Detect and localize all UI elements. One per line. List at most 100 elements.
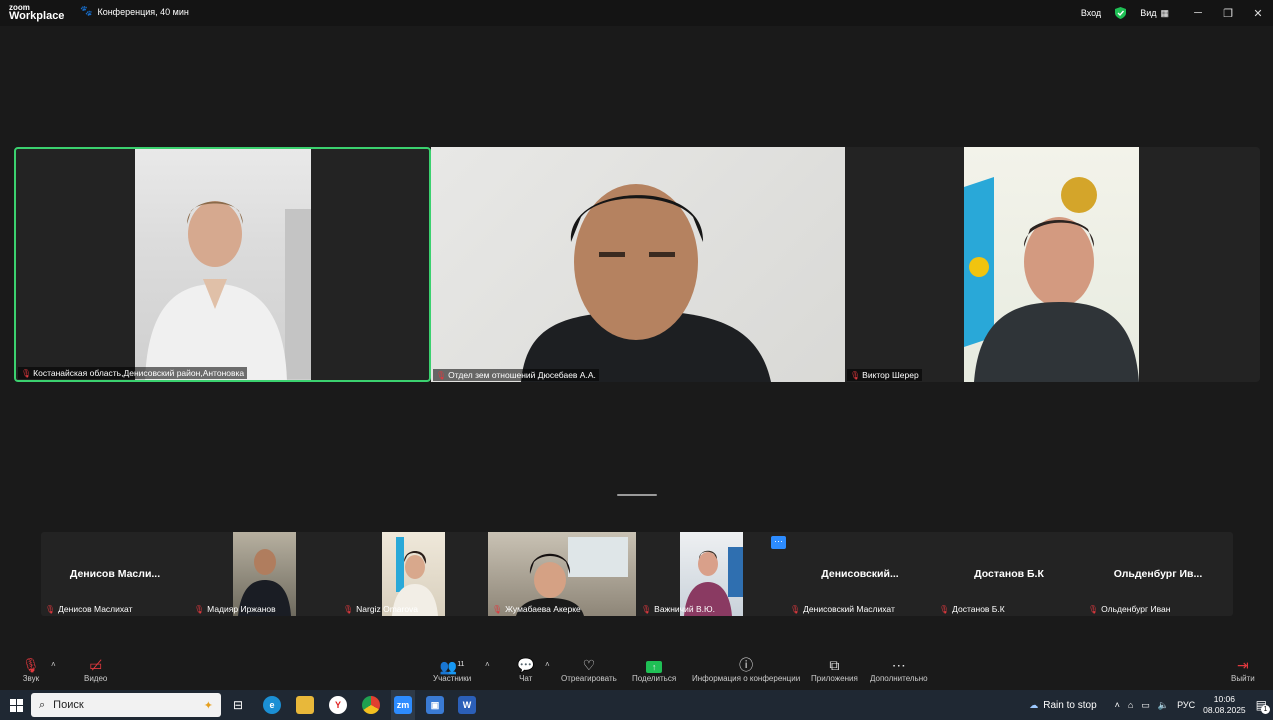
task-view-button[interactable]: ⊟ xyxy=(228,690,248,720)
share-button[interactable]: ↑ Поделиться xyxy=(632,656,676,683)
language-indicator[interactable]: РУС xyxy=(1177,700,1195,710)
participants-button[interactable]: 👥11 Участники xyxy=(433,656,471,683)
chrome-app[interactable] xyxy=(361,690,381,720)
meeting-toolbar: 🎙 Звук ˄ ▭̸ Видео 👥11 Участники ˄ 💬 Чат … xyxy=(0,654,1273,690)
chrome-icon xyxy=(362,696,380,714)
mic-muted-icon: 🎙 xyxy=(436,370,447,380)
tile-name: Денисов Маслихат xyxy=(58,604,133,614)
folder-icon xyxy=(296,696,314,714)
strip-tile-1[interactable]: Денисов Масли... 🎙 Денисов Маслихат xyxy=(41,532,189,616)
conference-label: Конференция, 40 мин xyxy=(97,6,189,17)
tile-name: Мадияр Иржанов xyxy=(207,604,276,614)
display-icon[interactable]: ▭ xyxy=(1141,700,1150,711)
windows-taskbar: ⌕ Поиск ✦ ⊟ e Y zm ▣ W ☁ Rain to stop ˄ … xyxy=(0,690,1273,720)
close-button[interactable]: ✕ xyxy=(1243,7,1273,20)
tile-namebar: 🎙 Жумабаева Акерке xyxy=(492,604,581,614)
taskbar-search[interactable]: ⌕ Поиск ✦ xyxy=(31,693,221,717)
video-tile-2[interactable]: 🎙 Отдел зем отношений Дюсебаев А.А. xyxy=(431,147,845,382)
participants-icon: 👥11 xyxy=(439,658,465,675)
chat-label: Чат xyxy=(519,674,533,683)
strip-tile-2[interactable]: 🎙 Мадияр Иржанов xyxy=(190,532,338,616)
network-icon[interactable]: ⌂ xyxy=(1128,700,1133,710)
video-tile-1[interactable]: 🎙 Костанайская область,Денисовский район… xyxy=(14,147,431,382)
restore-button[interactable]: ❐ xyxy=(1213,7,1243,20)
participant-name: Виктор Шерер xyxy=(862,370,919,380)
strip-tile-4[interactable]: 🎙 Жумабаева Акерке xyxy=(488,532,636,616)
security-shield[interactable] xyxy=(1115,7,1127,19)
tile-namebar: 🎙 Nargiz Omarova xyxy=(343,604,418,614)
search-icon: ⌕ xyxy=(39,698,46,711)
clock-time: 10:06 xyxy=(1213,694,1236,704)
audio-button[interactable]: 🎙 Звук xyxy=(22,656,40,683)
video-button[interactable]: ▭̸ Видео xyxy=(84,656,107,683)
mic-muted-icon: 🎙 xyxy=(21,368,32,378)
tile-name: Ольденбург Иван xyxy=(1101,604,1171,614)
volume-icon[interactable]: 🔈 xyxy=(1158,700,1169,711)
strip-tile-6[interactable]: ··· Денисовский... 🎙 Денисовский Маслиха… xyxy=(771,532,934,616)
apps-button[interactable]: ⧉ Приложения xyxy=(811,656,858,683)
tile-namebar: 🎙 Денисов Маслихат xyxy=(45,604,132,614)
leave-label: Выйти xyxy=(1231,674,1255,683)
tile-name: Жумабаева Акерке xyxy=(505,604,581,614)
leave-icon: ⇥ xyxy=(1236,657,1249,673)
windows-start-button[interactable] xyxy=(4,690,28,720)
more-icon: ⋯ xyxy=(891,657,906,673)
signin-button[interactable]: Вход xyxy=(1081,8,1101,18)
clock[interactable]: 10:06 08.08.2025 xyxy=(1203,694,1246,716)
signin-label: Вход xyxy=(1080,8,1102,18)
tray-chevron-icon[interactable]: ˄ xyxy=(1115,700,1120,710)
windows-icon xyxy=(9,698,23,712)
info-button[interactable]: ⓘ Информация о конференции xyxy=(692,656,800,683)
leave-button[interactable]: ⇥ Выйти xyxy=(1231,656,1255,683)
mic-muted-icon: 🎙 xyxy=(343,604,354,614)
system-tray: ☁ Rain to stop ˄ ⌂ ▭ 🔈 РУС 10:06 08.08.2… xyxy=(1029,690,1273,720)
participants-options-caret[interactable]: ˄ xyxy=(485,660,490,669)
mic-muted-icon: 🎙 xyxy=(850,370,861,380)
store-app[interactable]: ▣ xyxy=(425,690,445,720)
chat-options-caret[interactable]: ˄ xyxy=(545,660,550,669)
mic-muted-icon: 🎙 xyxy=(1088,604,1099,614)
mic-muted-icon: 🎙 xyxy=(641,604,652,614)
strip-tile-7[interactable]: Достанов Б.К 🎙 Достанов Б.К xyxy=(935,532,1083,616)
more-label: Дополнительно xyxy=(870,674,928,683)
paw-icon: 🐾 xyxy=(80,6,93,17)
conference-info[interactable]: 🐾 Конференция, 40 мин xyxy=(80,6,189,17)
tile-display-name: Денисовский... xyxy=(821,568,899,580)
weather-text[interactable]: Rain to stop xyxy=(1043,700,1096,711)
notifications-button[interactable]: ▤ 1 xyxy=(1256,698,1270,714)
participant-name: Отдел зем отношений Дюсебаев А.А. xyxy=(448,370,596,380)
weather-icon: ☁ xyxy=(1029,699,1039,710)
yandex-app[interactable]: Y xyxy=(328,690,348,720)
logo-bottom-text: Workplace xyxy=(9,10,65,22)
react-button[interactable]: ♡ Отреагировать xyxy=(561,656,617,683)
info-icon: ⓘ xyxy=(739,657,754,673)
mic-muted-icon: 🎙 xyxy=(492,604,503,614)
chat-button[interactable]: 💬 Чат xyxy=(517,656,534,683)
title-bar: zoom Workplace 🐾 Конференция, 40 мин Вхо… xyxy=(0,0,1273,26)
mic-muted-icon: 🎙 xyxy=(194,604,205,614)
mic-muted-icon: 🎙 xyxy=(45,604,56,614)
view-button[interactable]: Вид ▦ xyxy=(1140,8,1169,19)
mic-muted-icon: 🎙 xyxy=(790,604,801,614)
tile-name: Важничий В.Ю. xyxy=(654,604,715,614)
resize-handle[interactable] xyxy=(617,494,657,496)
video-off-icon: ▭̸ xyxy=(89,657,103,673)
chat-icon: 💬 xyxy=(517,657,535,673)
audio-options-caret[interactable]: ˄ xyxy=(51,660,56,669)
strip-tile-5[interactable]: 🎙 Важничий В.Ю. xyxy=(637,532,785,616)
edge-app[interactable]: e xyxy=(262,690,282,720)
tile-display-name: Денисов Масли... xyxy=(69,568,161,580)
more-button[interactable]: ⋯ Дополнительно xyxy=(870,656,928,683)
minimize-button[interactable]: ─ xyxy=(1183,7,1213,19)
participant-namebar: 🎙 Костанайская область,Денисовский район… xyxy=(18,367,248,379)
explorer-app[interactable] xyxy=(295,690,315,720)
more-options-icon[interactable]: ··· xyxy=(771,536,786,549)
word-icon: W xyxy=(458,696,476,714)
video-tile-3[interactable]: 🎙 Виктор Шерер xyxy=(845,147,1260,382)
notification-count: 1 xyxy=(1261,705,1270,714)
tile-name: Денисовский Маслихат xyxy=(803,604,895,614)
zoom-app[interactable]: zm xyxy=(391,690,415,720)
word-app[interactable]: W xyxy=(457,690,477,720)
strip-tile-3[interactable]: 🎙 Nargiz Omarova xyxy=(339,532,487,616)
strip-tile-8[interactable]: Ольденбург Ив... 🎙 Ольденбург Иван xyxy=(1084,532,1232,616)
